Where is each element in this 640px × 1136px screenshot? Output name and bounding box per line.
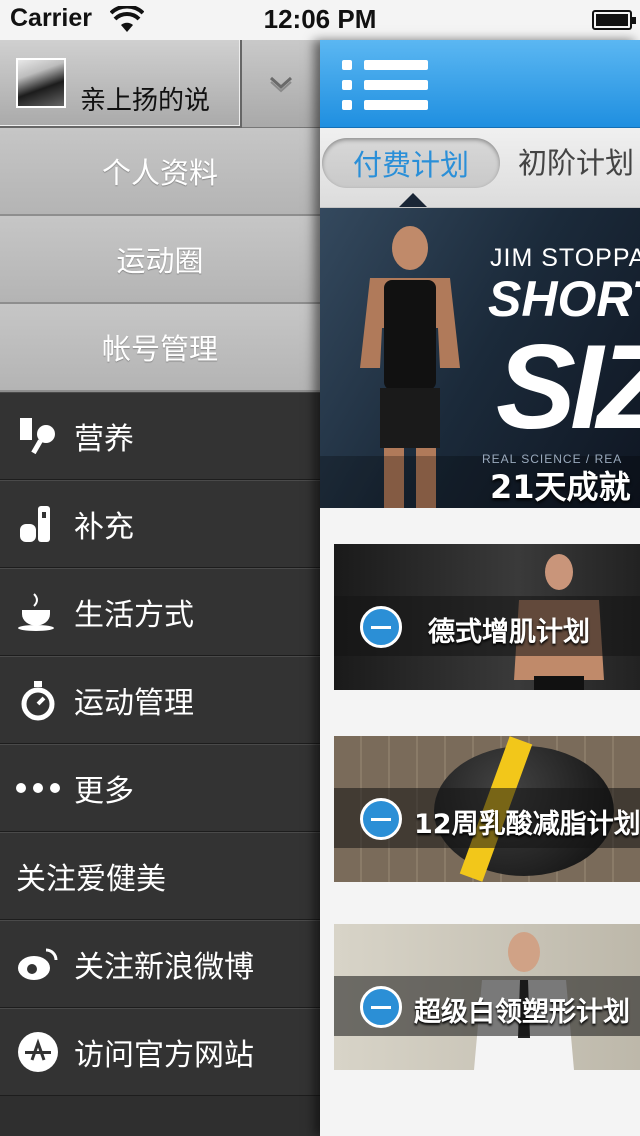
menu-item-supplement[interactable]: 补充 bbox=[0, 480, 320, 568]
menu-item-nutrition[interactable]: 营养 bbox=[0, 392, 320, 480]
plan-badge-icon bbox=[360, 606, 402, 648]
menu-item-exercise-management[interactable]: 运动管理 bbox=[0, 656, 320, 744]
supplement-icon bbox=[16, 502, 60, 546]
user-header: 亲上扬的说 bbox=[0, 40, 320, 128]
tab-beginner-plans[interactable]: 初阶计划 bbox=[518, 138, 634, 188]
plan-tabs: 付费计划 初阶计划 bbox=[320, 128, 640, 208]
card-title: 超级白领塑形计划 bbox=[414, 997, 630, 1028]
chevron-down-icon[interactable] bbox=[268, 70, 294, 96]
hero-caption: 21天成就 bbox=[490, 468, 631, 506]
status-bar: Carrier 12:06 PM bbox=[0, 0, 640, 40]
menu-label: 关注爱健美 bbox=[16, 862, 166, 897]
menu-label: 运动管理 bbox=[74, 686, 194, 721]
battery-icon bbox=[592, 10, 636, 30]
nav-bar bbox=[320, 40, 640, 128]
weibo-icon bbox=[16, 942, 60, 986]
clock: 12:06 PM bbox=[263, 4, 377, 34]
plan-card[interactable]: 12周乳酸减脂计划 bbox=[334, 736, 640, 882]
submenu-profile[interactable]: 个人资料 bbox=[0, 128, 320, 216]
stopwatch-icon bbox=[16, 678, 60, 722]
user-submenu: 个人资料 运动圈 帐号管理 bbox=[0, 128, 320, 392]
coffee-cup-icon bbox=[16, 590, 60, 634]
user-name: 亲上扬的说 bbox=[80, 86, 211, 116]
menu-label: 关注新浪微博 bbox=[74, 950, 254, 985]
side-drawer: 亲上扬的说 个人资料 运动圈 帐号管理 营养 补充 生活方式 运动管理 更多 关… bbox=[0, 40, 320, 1136]
menu-item-official-site[interactable]: 访问官方网站 bbox=[0, 1008, 320, 1096]
main-panel: 付费计划 初阶计划 JIM STOPPA SHORT SIZ REAL SCIE… bbox=[320, 40, 640, 1136]
nutrition-icon bbox=[16, 414, 60, 458]
hero-banner[interactable]: JIM STOPPA SHORT SIZ REAL SCIENCE / REA … bbox=[320, 208, 640, 508]
more-dots-icon bbox=[16, 766, 60, 810]
submenu-sports-circle[interactable]: 运动圈 bbox=[0, 216, 320, 304]
menu-icon[interactable] bbox=[340, 58, 430, 112]
menu-label: 访问官方网站 bbox=[74, 1038, 254, 1073]
hero-brand: JIM STOPPA bbox=[490, 244, 640, 272]
menu-item-follow-weibo[interactable]: 关注新浪微博 bbox=[0, 920, 320, 1008]
tab-pointer bbox=[399, 193, 427, 207]
menu-label: 补充 bbox=[74, 510, 134, 545]
card-title: 12周乳酸减脂计划 bbox=[414, 809, 640, 840]
drawer-menu: 营养 补充 生活方式 运动管理 更多 关注爱健美 关注新浪微博 访问官方网站 bbox=[0, 392, 320, 1096]
menu-item-follow-aijianmei[interactable]: 关注爱健美 bbox=[0, 832, 320, 920]
card-title: 德式增肌计划 bbox=[428, 617, 590, 648]
plan-card[interactable]: 德式增肌计划 bbox=[334, 544, 640, 690]
plan-badge-icon bbox=[360, 798, 402, 840]
plan-card[interactable]: 超级白领塑形计划 bbox=[334, 924, 640, 1070]
website-logo-icon bbox=[16, 1030, 60, 1074]
menu-label: 营养 bbox=[74, 422, 134, 457]
tab-paid-plans[interactable]: 付费计划 bbox=[322, 138, 500, 188]
menu-item-more[interactable]: 更多 bbox=[0, 744, 320, 832]
menu-item-lifestyle[interactable]: 生活方式 bbox=[0, 568, 320, 656]
menu-label: 生活方式 bbox=[74, 598, 194, 633]
user-profile-button[interactable]: 亲上扬的说 bbox=[0, 40, 242, 128]
plan-badge-icon bbox=[360, 986, 402, 1028]
avatar[interactable] bbox=[16, 58, 66, 108]
submenu-account-management[interactable]: 帐号管理 bbox=[0, 304, 320, 392]
hero-big-text: SIZ bbox=[496, 320, 640, 454]
menu-label: 更多 bbox=[74, 774, 134, 809]
